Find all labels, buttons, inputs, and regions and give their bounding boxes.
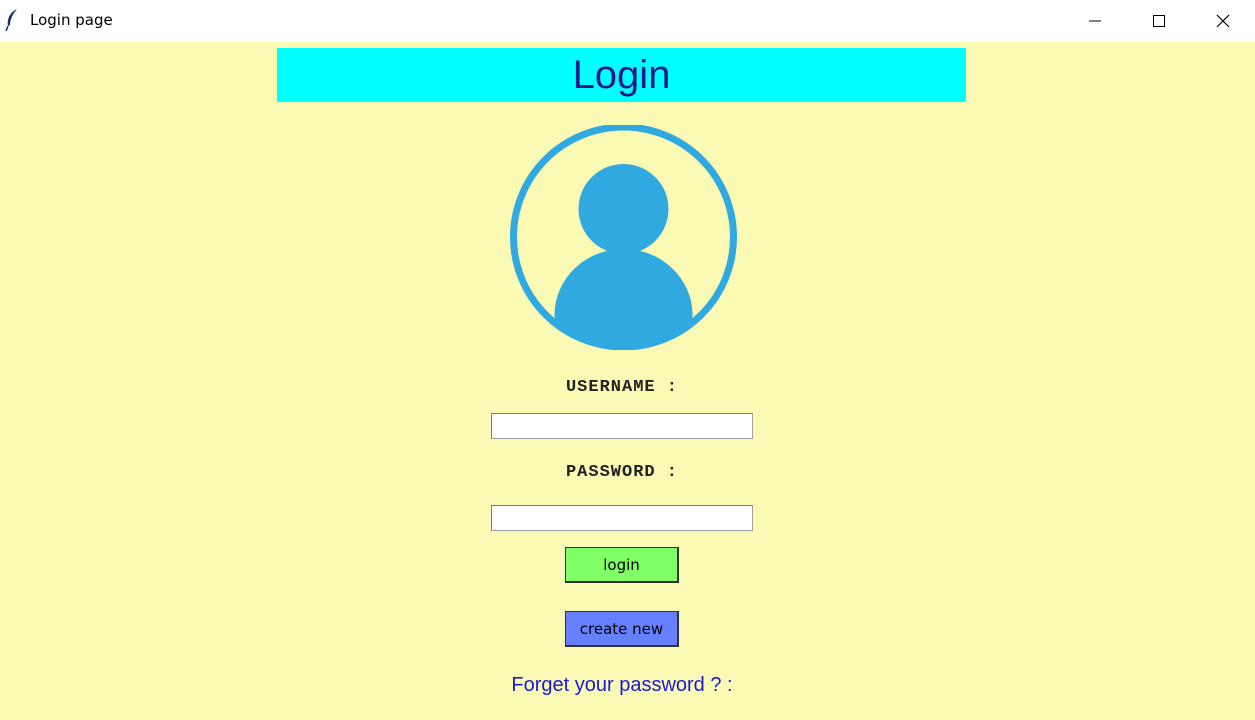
create-new-button[interactable]: create new: [565, 611, 679, 647]
maximize-button[interactable]: [1127, 0, 1191, 42]
password-input[interactable]: [491, 505, 753, 531]
username-label: USERNAME :: [565, 378, 679, 397]
header-banner: Login: [277, 48, 966, 102]
user-avatar-icon: [510, 125, 737, 350]
close-button[interactable]: [1191, 0, 1255, 42]
forgot-password-link[interactable]: Forget your password ? :: [491, 674, 753, 697]
page-title: Login: [572, 53, 671, 97]
feather-icon: [5, 9, 17, 32]
minimize-icon: [1089, 20, 1101, 22]
password-label: PASSWORD :: [565, 463, 679, 482]
window-titlebar: Login page: [0, 0, 1255, 42]
close-icon: [1216, 14, 1230, 28]
minimize-button[interactable]: [1063, 0, 1127, 42]
window-title: Login page: [30, 11, 113, 29]
maximize-icon: [1153, 15, 1165, 27]
login-button[interactable]: login: [565, 547, 679, 583]
username-input[interactable]: [491, 413, 753, 439]
